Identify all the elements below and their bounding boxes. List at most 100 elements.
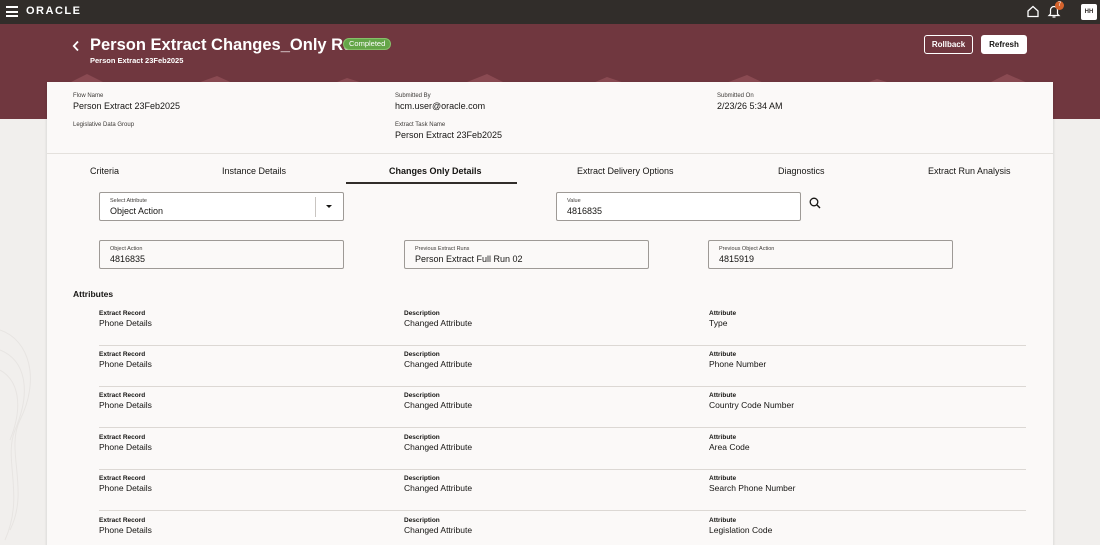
record-label: Extract Record <box>99 310 146 317</box>
description-cell: Description Changed Attribute <box>404 475 472 493</box>
global-header: ORACLE 7 HH <box>0 0 1100 24</box>
attribute-value: Legislation Code <box>709 525 773 535</box>
submitted-by-value: hcm.user@oracle.com <box>395 101 486 111</box>
decorative-watermark <box>0 329 31 541</box>
previous-object-action-value: 4815919 <box>719 254 755 264</box>
record-value: Phone Details <box>99 359 152 369</box>
select-attribute-dropdown[interactable]: Select Attribute Object Action <box>99 192 344 221</box>
value-text: 4816835 <box>567 206 603 216</box>
record-value: Phone Details <box>99 400 152 410</box>
description-label: Description <box>404 392 440 399</box>
attribute-label: Attribute <box>709 310 737 317</box>
tab-diagnostics[interactable]: Diagnostics <box>778 166 825 176</box>
description-value: Changed Attribute <box>404 442 473 452</box>
previous-extract-runs-label: Previous Extract Runs <box>415 246 470 252</box>
record-value: Phone Details <box>99 483 152 493</box>
tab-extract-delivery-options[interactable]: Extract Delivery Options <box>577 166 674 176</box>
search-icon[interactable] <box>809 197 821 209</box>
record-cell: Extract Record Phone Details <box>99 392 152 410</box>
oracle-logo: ORACLE <box>26 5 82 17</box>
object-action-field: Object Action 4816835 <box>99 240 344 269</box>
attribute-label: Attribute <box>709 434 737 441</box>
ldg-field: Legislative Data Group <box>73 122 134 128</box>
attribute-value: Search Phone Number <box>709 483 796 493</box>
description-label: Description <box>404 351 440 358</box>
refresh-button[interactable]: Refresh <box>981 35 1027 54</box>
record-label: Extract Record <box>99 517 146 524</box>
tab-changes-only-details[interactable]: Changes Only Details <box>389 166 482 176</box>
previous-extract-runs-value: Person Extract Full Run 02 <box>415 254 523 264</box>
previous-object-action-label: Previous Object Action <box>719 246 775 252</box>
record-label: Extract Record <box>99 475 146 482</box>
record-value: Phone Details <box>99 525 152 535</box>
avatar[interactable]: HH <box>1081 4 1097 20</box>
select-attribute-label: Select Attribute <box>110 198 147 204</box>
attribute-cell: Attribute Area Code <box>709 434 750 452</box>
object-action-label: Object Action <box>110 246 143 252</box>
table-row: Extract Record Phone Details Description C… <box>99 512 1026 545</box>
active-tab-indicator <box>346 182 517 184</box>
page-title: Person Extract Changes_Only Run <box>90 36 364 54</box>
description-value: Changed Attribute <box>404 483 473 493</box>
description-value: Changed Attribute <box>404 359 473 369</box>
description-label: Description <box>404 310 440 317</box>
table-row: Extract Record Phone Details Description C… <box>99 346 1026 387</box>
extract-task-value: Person Extract 23Feb2025 <box>395 130 503 140</box>
notification-badge: 7 <box>1055 1 1064 10</box>
description-value: Changed Attribute <box>404 318 473 328</box>
attribute-value: Phone Number <box>709 359 767 369</box>
attribute-value: Country Code Number <box>709 400 795 410</box>
tab-extract-run-analysis[interactable]: Extract Run Analysis <box>928 166 1011 176</box>
divider <box>47 153 1053 154</box>
value-input[interactable]: Value 4816835 <box>556 192 801 221</box>
record-cell: Extract Record Phone Details <box>99 517 152 535</box>
attribute-label: Attribute <box>709 475 737 482</box>
flow-name-value: Person Extract 23Feb2025 <box>73 101 181 111</box>
rollback-button[interactable]: Rollback <box>924 35 973 54</box>
extract-task-label: Extract Task Name <box>395 122 446 128</box>
description-value: Changed Attribute <box>404 525 473 535</box>
record-cell: Extract Record Phone Details <box>99 434 152 452</box>
description-cell: Description Changed Attribute <box>404 310 472 328</box>
attribute-cell: Attribute Search Phone Number <box>709 475 795 493</box>
flow-name-field: Flow Name Person Extract 23Feb2025 <box>73 93 180 111</box>
attribute-cell: Attribute Type <box>709 310 736 328</box>
previous-object-action-field: Previous Object Action 4815919 <box>708 240 953 269</box>
description-label: Description <box>404 517 440 524</box>
home-icon[interactable] <box>1026 4 1040 18</box>
extract-task-field: Extract Task Name Person Extract 23Feb20… <box>395 122 502 140</box>
row-divider <box>99 510 1026 511</box>
details-card: Flow Name Person Extract 23Feb2025 Submi… <box>47 82 1053 545</box>
chevron-down-icon[interactable] <box>326 205 332 208</box>
record-cell: Extract Record Phone Details <box>99 475 152 493</box>
attribute-label: Attribute <box>709 517 737 524</box>
status-badge: Completed <box>343 38 392 50</box>
record-value: Phone Details <box>99 442 152 452</box>
description-cell: Description Changed Attribute <box>404 517 472 535</box>
description-cell: Description Changed Attribute <box>404 392 472 410</box>
record-label: Extract Record <box>99 392 146 399</box>
back-chevron-icon[interactable] <box>72 40 80 52</box>
record-label: Extract Record <box>99 434 146 441</box>
value-label: Value <box>567 198 581 204</box>
attribute-label: Attribute <box>709 392 737 399</box>
attribute-label: Attribute <box>709 351 737 358</box>
description-label: Description <box>404 434 440 441</box>
table-row: Extract Record Phone Details Description C… <box>99 305 1026 346</box>
tab-instance-details[interactable]: Instance Details <box>222 166 286 176</box>
flow-name-label: Flow Name <box>73 93 104 99</box>
record-value: Phone Details <box>99 318 152 328</box>
submitted-by-label: Submitted By <box>395 93 431 99</box>
attribute-value: Area Code <box>709 442 750 452</box>
attribute-cell: Attribute Country Code Number <box>709 392 794 410</box>
description-cell: Description Changed Attribute <box>404 434 472 452</box>
submitted-by-field: Submitted By hcm.user@oracle.com <box>395 93 485 111</box>
submitted-on-label: Submitted On <box>717 93 754 99</box>
description-value: Changed Attribute <box>404 400 473 410</box>
menu-icon[interactable] <box>6 6 18 17</box>
description-cell: Description Changed Attribute <box>404 351 472 369</box>
tab-criteria[interactable]: Criteria <box>90 166 119 176</box>
dropdown-separator <box>315 197 316 217</box>
ldg-label: Legislative Data Group <box>73 122 135 128</box>
description-label: Description <box>404 475 440 482</box>
